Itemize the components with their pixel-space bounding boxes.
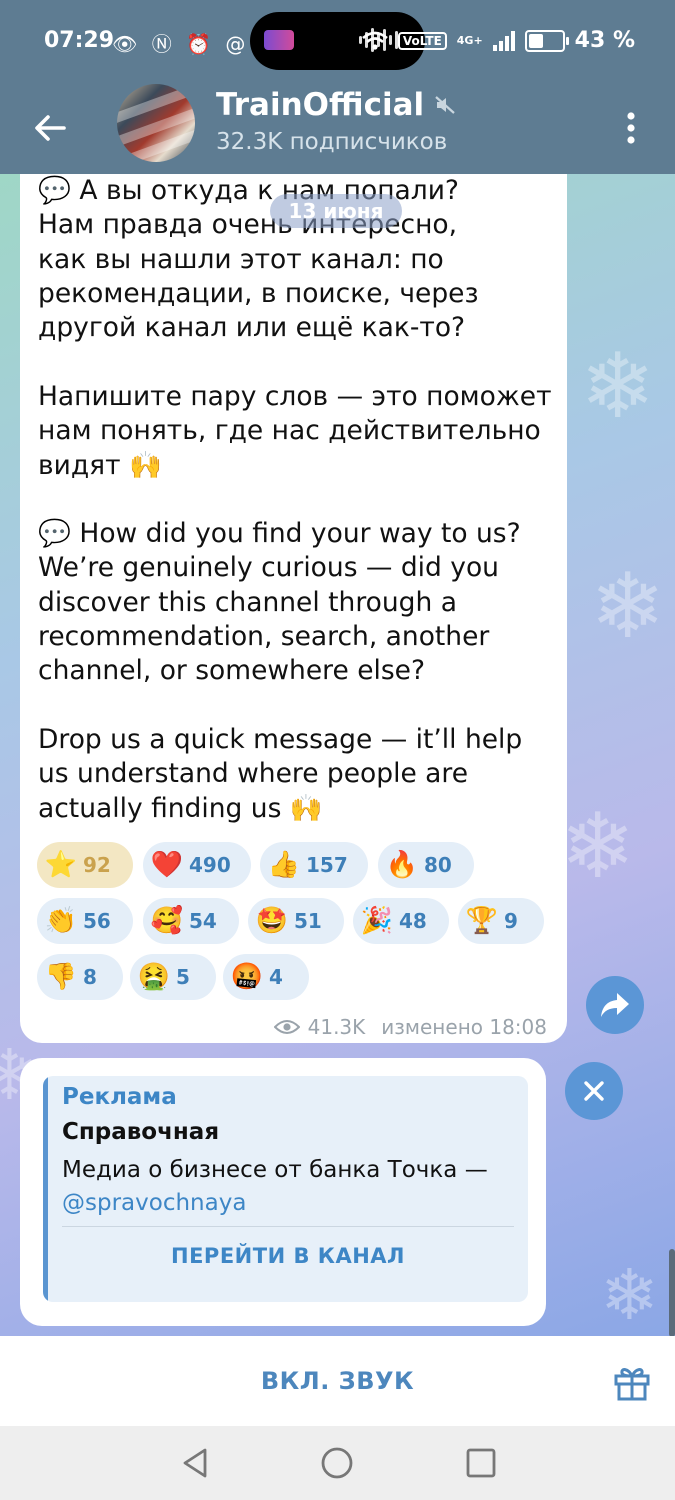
snowflake-icon: ❄ — [560, 794, 636, 899]
channel-title[interactable]: TrainOfficial — [216, 87, 456, 123]
channel-name: TrainOfficial — [216, 87, 425, 123]
network-type: 4G+ — [456, 34, 483, 47]
close-icon — [584, 1081, 604, 1101]
divider — [62, 1226, 514, 1227]
reaction-trophy[interactable]: 🏆 9 — [458, 898, 544, 944]
reaction-count: 80 — [424, 853, 452, 877]
reaction-count: 5 — [176, 965, 190, 989]
back-arrow-icon[interactable] — [30, 108, 70, 148]
angry-swearing-face-icon: 🤬 — [230, 962, 264, 992]
reaction-count: 54 — [189, 909, 217, 933]
wifi-icon — [362, 31, 388, 50]
party-popper-icon: 🎉 — [360, 906, 394, 936]
chat-area[interactable]: ❄ ❄ ❄ ❄ ❄ 💬 А вы откуда к нам попали? На… — [0, 174, 675, 1336]
views-count: 41.3K — [307, 1015, 366, 1039]
reaction-party[interactable]: 🎉 48 — [353, 898, 449, 944]
date-badge: 13 июня — [270, 194, 402, 228]
battery-icon — [524, 29, 569, 52]
reaction-clap[interactable]: 👏 56 — [37, 898, 133, 944]
share-forward-button[interactable] — [586, 976, 644, 1034]
battery-percent: 43 % — [574, 28, 635, 53]
reaction-count: 4 — [269, 965, 283, 989]
ad-description: Медиа о бизнесе от банка Точка — — [62, 1157, 488, 1183]
status-right: VoLTE 4G+ 43 % — [362, 28, 635, 53]
star-struck-icon: 🤩 — [255, 906, 289, 936]
go-to-channel-button[interactable]: ПЕРЕЙТИ В КАНАЛ — [62, 1244, 514, 1268]
media-thumbnail-icon — [264, 30, 294, 50]
reaction-fire[interactable]: 🔥 80 — [378, 842, 474, 888]
snowflake-icon: ❄ — [590, 554, 666, 659]
vomiting-face-icon: 🤮 — [137, 962, 171, 992]
subscriber-count: 32.3K подписчиков — [216, 129, 448, 155]
reaction-angry[interactable]: 🤬 4 — [223, 954, 309, 1000]
nav-recents-icon[interactable] — [464, 1446, 498, 1480]
reaction-count: 48 — [399, 909, 427, 933]
trophy-icon: 🏆 — [465, 906, 499, 936]
status-notification-icons: 👁 Ⓝ ⏰ @ — [112, 32, 250, 56]
muted-speaker-icon — [435, 96, 455, 114]
ad-label: Реклама — [62, 1084, 177, 1110]
more-vert-icon[interactable] — [618, 108, 644, 148]
sponsored-card: Реклама Справочная Медиа о бизнесе от ба… — [43, 1076, 528, 1302]
forward-arrow-icon — [601, 993, 629, 1017]
status-time: 07:29 — [44, 28, 115, 53]
thumbs-down-icon: 👎 — [44, 962, 78, 992]
status-bar: 07:29 👁 Ⓝ ⏰ @ VoLTE 4G+ 43 % — [0, 0, 675, 84]
reaction-smiling-hearts[interactable]: 🥰 54 — [143, 898, 239, 944]
star-icon: ⭐ — [44, 850, 78, 880]
snowflake-icon: ❄ — [600, 1254, 659, 1336]
reaction-thumbs-up[interactable]: 👍 157 — [260, 842, 368, 888]
ad-mention-link[interactable]: @spravochnaya — [62, 1190, 246, 1216]
nav-home-icon[interactable] — [320, 1446, 354, 1480]
message-paragraph: 💬 How did you find your way to us? We’re… — [38, 518, 521, 687]
reaction-thumbs-down[interactable]: 👎 8 — [37, 954, 123, 1000]
ad-title: Справочная — [62, 1119, 220, 1145]
system-nav-bar — [0, 1426, 675, 1500]
reaction-star[interactable]: ⭐ 92 — [37, 842, 133, 888]
reaction-vomit[interactable]: 🤮 5 — [130, 954, 216, 1000]
signal-icon — [492, 30, 515, 51]
snowflake-icon: ❄ — [580, 334, 656, 439]
reaction-count: 92 — [83, 853, 111, 877]
thumbs-up-icon: 👍 — [267, 850, 301, 880]
reaction-count: 56 — [83, 909, 111, 933]
bottom-bar: ВКЛ. ЗВУК — [0, 1336, 675, 1426]
reaction-count: 490 — [189, 853, 231, 877]
reaction-count: 157 — [306, 853, 348, 877]
heart-icon: ❤️ — [150, 850, 184, 880]
accent-bar — [43, 1076, 48, 1302]
scrollbar-thumb[interactable] — [669, 1249, 675, 1336]
clapping-hands-icon: 👏 — [44, 906, 78, 936]
gift-icon[interactable] — [612, 1362, 652, 1402]
ad-text: Медиа о бизнесе от банка Точка — @spravo… — [62, 1154, 517, 1220]
message-bubble[interactable]: 💬 А вы откуда к нам попали? Нам правда о… — [20, 174, 567, 1043]
reaction-heart[interactable]: ❤️ 490 — [143, 842, 251, 888]
message-paragraph: Drop us a quick message — it’ll help us … — [38, 724, 523, 824]
message-meta: 41.3K изменено 18:08 — [273, 1015, 547, 1039]
reaction-count: 8 — [83, 965, 97, 989]
reaction-star-struck[interactable]: 🤩 51 — [248, 898, 344, 944]
smiling-hearts-icon: 🥰 — [150, 906, 184, 936]
close-ad-button[interactable] — [565, 1062, 623, 1120]
volte-badge: VoLTE — [397, 31, 447, 50]
fire-icon: 🔥 — [385, 850, 419, 880]
message-paragraph: Напишите пару слов — это поможет нам пон… — [38, 381, 552, 481]
edited-time: изменено 18:08 — [381, 1015, 547, 1039]
sponsored-message[interactable]: Реклама Справочная Медиа о бизнесе от ба… — [20, 1058, 546, 1326]
reaction-count: 9 — [504, 909, 518, 933]
reaction-count: 51 — [294, 909, 322, 933]
views-eye-icon — [273, 1020, 300, 1034]
nav-back-icon[interactable] — [178, 1446, 212, 1480]
unmute-button[interactable]: ВКЛ. ЗВУК — [0, 1336, 675, 1426]
channel-avatar[interactable] — [117, 84, 195, 162]
channel-header: TrainOfficial 32.3K подписчиков — [0, 84, 675, 174]
